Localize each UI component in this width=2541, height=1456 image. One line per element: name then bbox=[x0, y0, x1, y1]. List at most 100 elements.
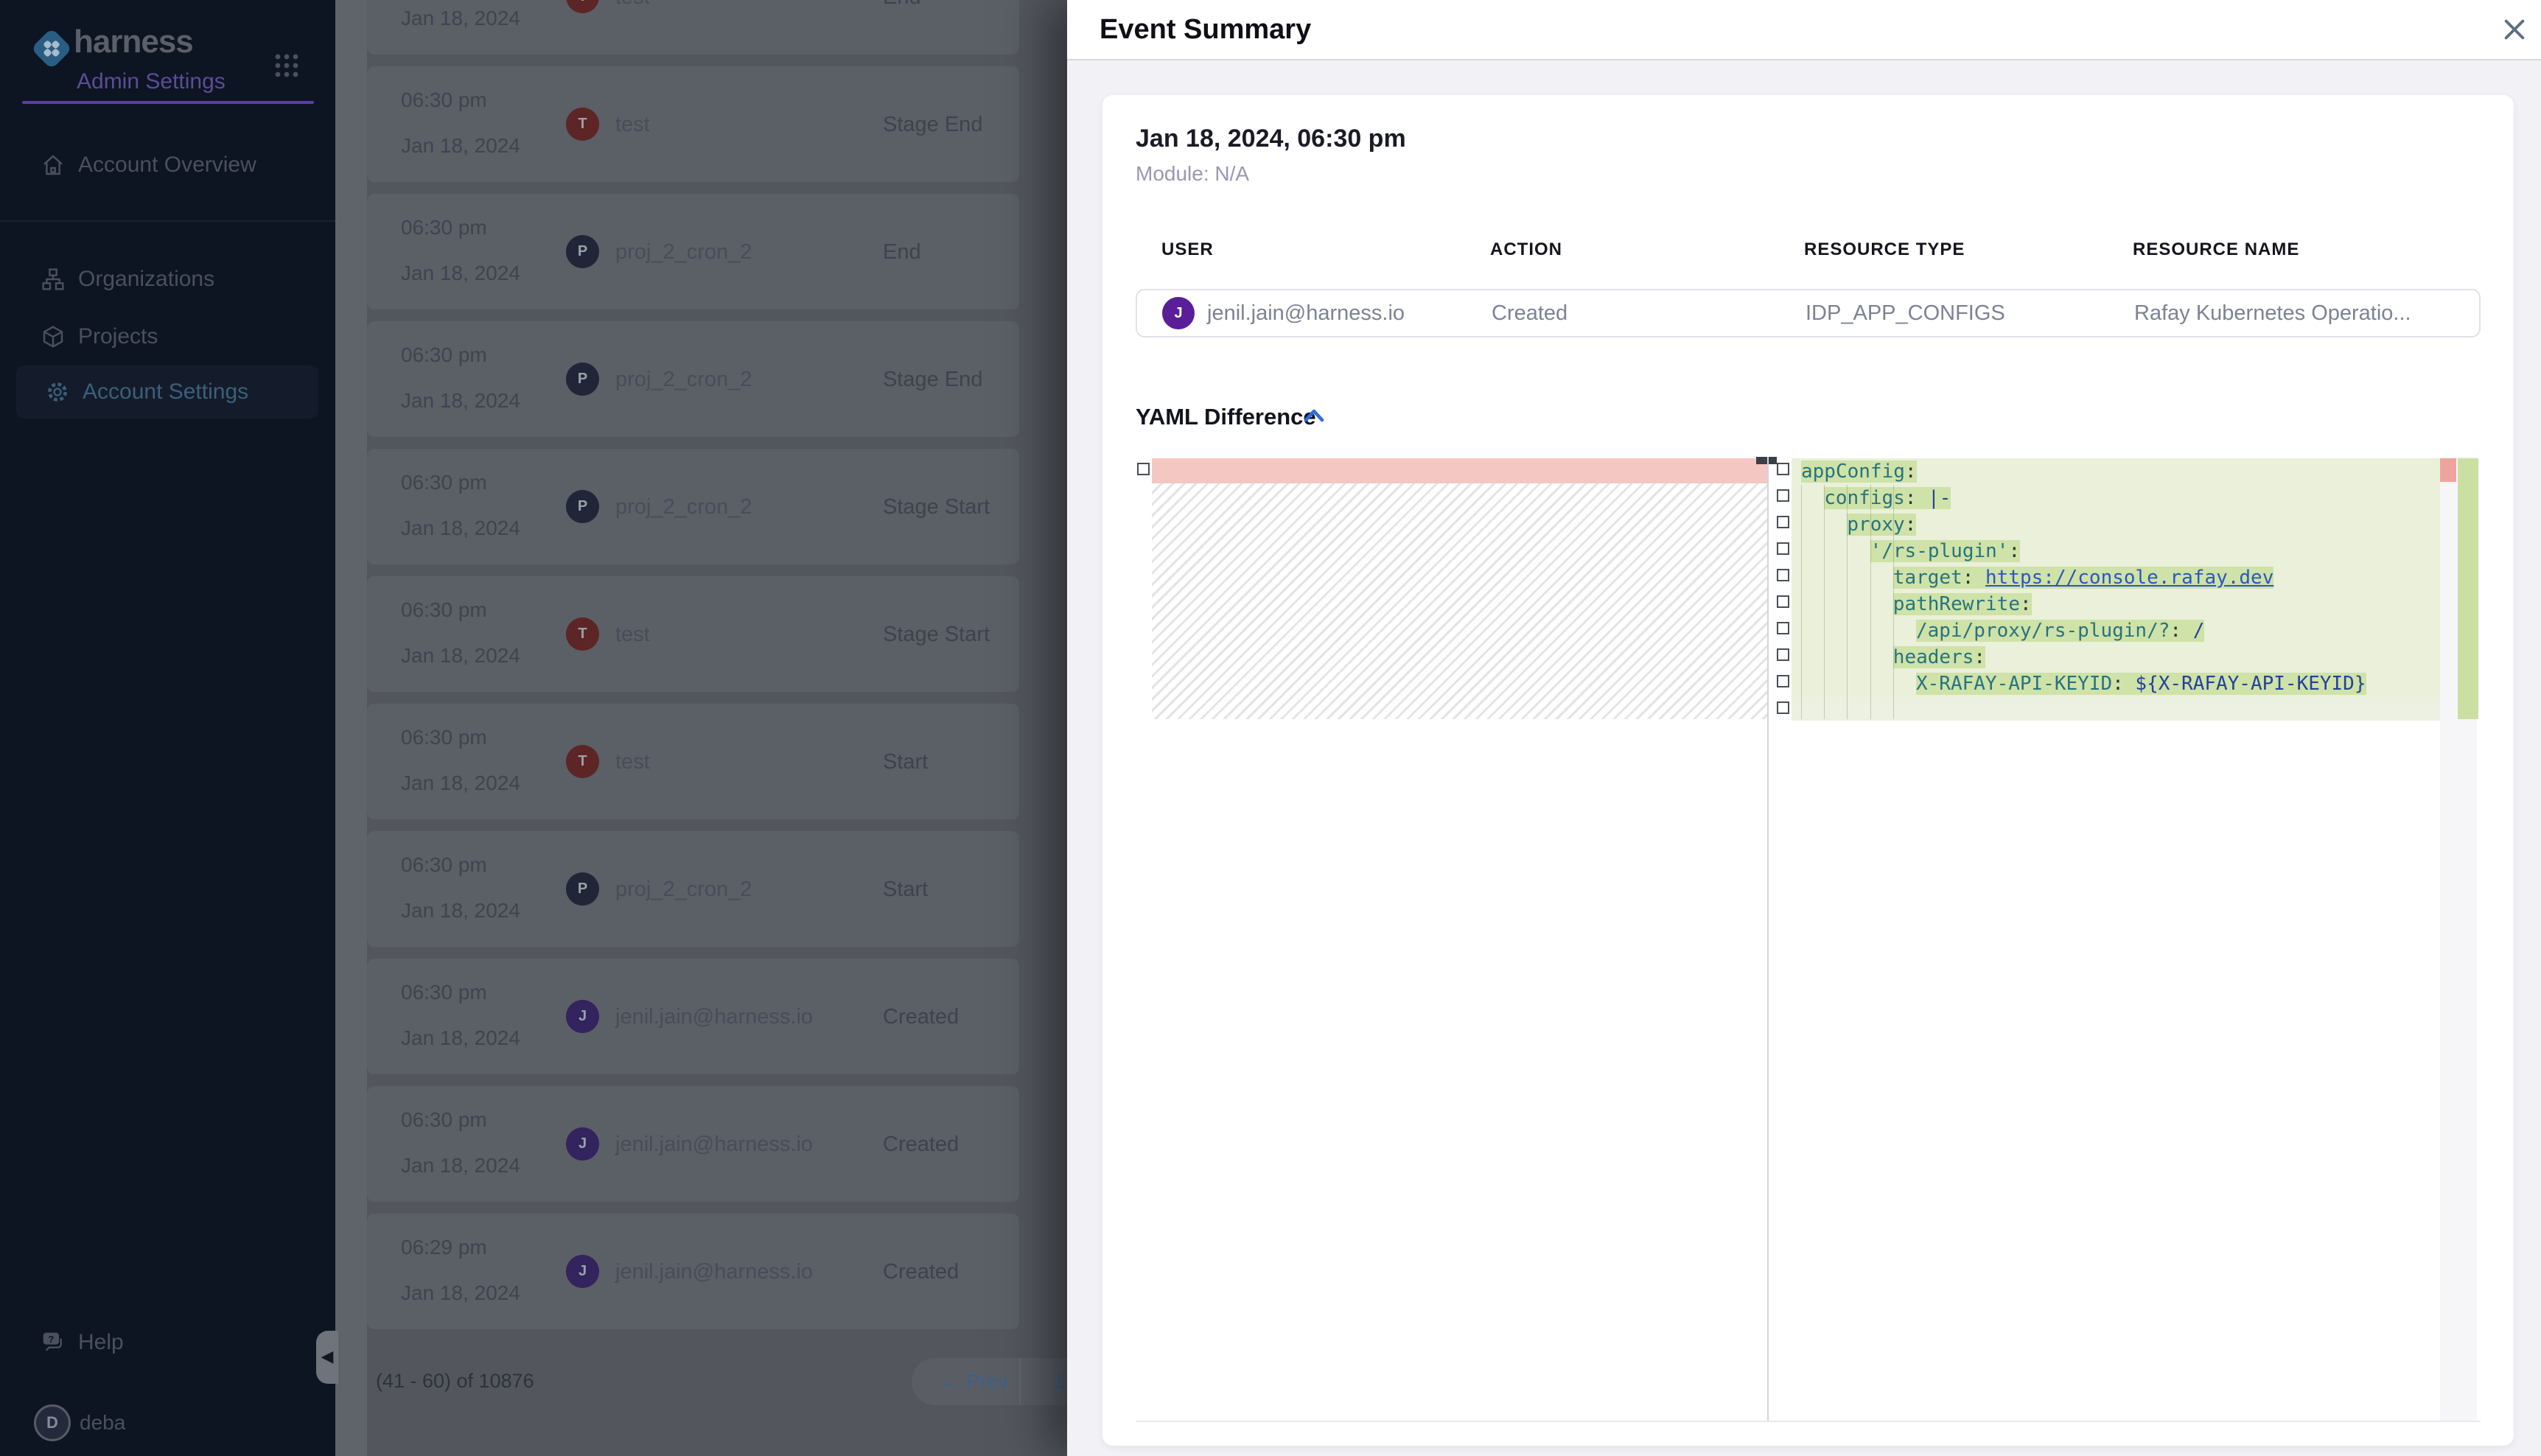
avatar: P bbox=[566, 490, 599, 523]
user-avatar[interactable]: D bbox=[34, 1404, 71, 1441]
row-action: Stage End bbox=[883, 112, 982, 137]
event-module: Module: N/A bbox=[1136, 163, 1249, 185]
diff-removed-line bbox=[1152, 458, 1768, 483]
user-name[interactable]: deba bbox=[80, 1404, 125, 1441]
column-header-resource-type: RESOURCE TYPE bbox=[1804, 239, 1965, 260]
close-button[interactable] bbox=[2497, 12, 2532, 47]
cell-resource-name: Rafay Kubernetes Operatio... bbox=[2134, 290, 2411, 336]
sidebar-item-organizations[interactable]: Organizations bbox=[0, 259, 335, 300]
row-action: End bbox=[883, 0, 921, 10]
app-root: harness Admin Settings Account Overview … bbox=[0, 0, 2541, 1456]
audit-row[interactable]: 06:30 pmJan 18, 2024Jjenil.jain@harness.… bbox=[367, 1086, 1019, 1202]
row-time: 06:30 pm bbox=[401, 1108, 487, 1132]
overview-removed-marker bbox=[2440, 458, 2456, 482]
row-user: test bbox=[615, 622, 650, 647]
row-user: jenil.jain@harness.io bbox=[615, 1132, 813, 1157]
diff-gutter-marker[interactable] bbox=[1777, 542, 1789, 555]
audit-row[interactable]: 06:29 pmJan 18, 2024Jjenil.jain@harness.… bbox=[367, 1214, 1019, 1329]
audit-row[interactable]: 06:30 pmJan 18, 2024TtestStage End bbox=[367, 66, 1019, 182]
diff-gutter-marker[interactable] bbox=[1777, 463, 1789, 475]
row-action: Start bbox=[883, 877, 928, 902]
row-time: 06:30 pm bbox=[401, 981, 487, 1004]
page-gutter bbox=[335, 0, 367, 1456]
app-grid-icon[interactable] bbox=[273, 52, 301, 80]
yaml-key: appConfig bbox=[1801, 461, 1905, 483]
row-user: jenil.jain@harness.io bbox=[615, 1259, 813, 1284]
row-date: Jan 18, 2024 bbox=[401, 134, 520, 158]
event-datetime: Jan 18, 2024, 06:30 pm bbox=[1136, 126, 1406, 151]
changed-token: X-RAFAY-API-KEYID: ${X-RAFAY-API-KEYID} bbox=[1916, 673, 2366, 695]
row-action: Start bbox=[883, 749, 928, 774]
audit-row[interactable]: 06:30 pmJan 18, 2024Pproj_2_cron_2Stage … bbox=[367, 321, 1019, 437]
diff-gutter-marker[interactable] bbox=[1777, 622, 1789, 634]
row-action: Stage Start bbox=[883, 494, 990, 519]
indent-guide bbox=[1801, 485, 1802, 719]
row-user: proj_2_cron_2 bbox=[615, 877, 752, 902]
indent-guide bbox=[1893, 485, 1894, 719]
audit-row[interactable]: 06:30 pmJan 18, 2024Pproj_2_cron_2Stage … bbox=[367, 449, 1019, 564]
avatar: J bbox=[566, 1000, 599, 1033]
yaml-value: / bbox=[2193, 620, 2205, 642]
collapse-section-button[interactable] bbox=[1303, 407, 1325, 424]
drawer-header: Event Summary bbox=[1067, 0, 2541, 60]
page-number-button[interactable]: 1 bbox=[1044, 1358, 1067, 1405]
diff-gutter-marker[interactable] bbox=[1777, 489, 1789, 502]
diff-gutter-marker[interactable] bbox=[1777, 516, 1789, 528]
row-action: Stage Start bbox=[883, 622, 990, 647]
sidebar-item-account-overview[interactable]: Account Overview bbox=[0, 144, 335, 186]
code-line: /api/proxy/rs-plugin/?: / bbox=[1792, 617, 2440, 644]
changed-token: /api/proxy/rs-plugin/?: / bbox=[1916, 620, 2204, 642]
sidebar: harness Admin Settings Account Overview … bbox=[0, 0, 335, 1456]
diff-gutter-marker[interactable] bbox=[1777, 701, 1789, 714]
code-line: '/rs-plugin': bbox=[1792, 538, 2440, 564]
home-icon bbox=[41, 153, 65, 177]
audit-row[interactable]: 06:30 pmJan 18, 2024Pproj_2_cron_2End bbox=[367, 194, 1019, 309]
yaml-key: /api/proxy/rs-plugin/? bbox=[1916, 620, 2170, 642]
row-date: Jan 18, 2024 bbox=[401, 899, 520, 923]
cell-resource-type: IDP_APP_CONFIGS bbox=[1806, 290, 2005, 336]
row-user: test bbox=[615, 749, 650, 774]
row-action: Created bbox=[883, 1004, 959, 1029]
diff-gutter-marker[interactable] bbox=[1777, 569, 1789, 581]
avatar: J bbox=[1162, 297, 1195, 329]
audit-row[interactable]: 06:30 pmJan 18, 2024TtestStage Start bbox=[367, 576, 1019, 692]
yaml-link[interactable]: https://console.rafay.dev bbox=[1985, 567, 2273, 589]
audit-row[interactable]: Jan 18, 2024TtestEnd bbox=[367, 0, 1019, 55]
sidebar-item-projects[interactable]: Projects bbox=[0, 316, 335, 357]
code-line: headers: bbox=[1792, 644, 2440, 671]
diff-added-code: appConfig:configs: |-proxy:'/rs-plugin':… bbox=[1792, 458, 2440, 721]
cell-user: jenil.jain@harness.io bbox=[1207, 290, 1405, 336]
diff-gutter-marker[interactable] bbox=[1777, 648, 1789, 661]
logo-wordmark: harness bbox=[74, 24, 193, 60]
row-user: jenil.jain@harness.io bbox=[615, 1004, 813, 1029]
sidebar-collapse-handle[interactable]: ◀ bbox=[316, 1331, 338, 1384]
row-date: Jan 18, 2024 bbox=[401, 771, 520, 795]
diff-gutter-marker[interactable] bbox=[1777, 675, 1789, 687]
diff-gutter-marker[interactable] bbox=[1137, 463, 1150, 475]
code-line: proxy: bbox=[1792, 511, 2440, 538]
prev-page-button[interactable]: ← Prev bbox=[940, 1358, 1008, 1405]
code-line: X-RAFAY-API-KEYID: ${X-RAFAY-API-KEYID} bbox=[1792, 671, 2440, 697]
audit-trail-page: Jan 18, 2024TtestEnd06:30 pmJan 18, 2024… bbox=[335, 0, 1067, 1456]
diff-bottom-border bbox=[1136, 1421, 2481, 1422]
sidebar-item-account-settings[interactable]: Account Settings bbox=[16, 365, 318, 419]
event-summary-drawer: Event Summary Jan 18, 2024, 06:30 pm Mod… bbox=[1067, 0, 2541, 1456]
event-card: Jan 18, 2024, 06:30 pm Module: N/A USER … bbox=[1102, 95, 2514, 1446]
diff-gutter-marker[interactable] bbox=[1777, 595, 1789, 608]
row-time: 06:30 pm bbox=[401, 471, 487, 494]
audit-row[interactable]: 06:30 pmJan 18, 2024TtestStart bbox=[367, 704, 1019, 819]
audit-row[interactable]: 06:30 pmJan 18, 2024Jjenil.jain@harness.… bbox=[367, 959, 1019, 1074]
changed-token: proxy: bbox=[1847, 514, 1916, 536]
sidebar-item-label: Account Settings bbox=[83, 365, 248, 419]
row-date: Jan 18, 2024 bbox=[401, 262, 520, 285]
changed-token: configs: |- bbox=[1824, 487, 1951, 509]
yaml-key: target bbox=[1893, 567, 1962, 589]
code-line: configs: |- bbox=[1792, 485, 2440, 511]
sidebar-item-help[interactable]: ? Help bbox=[0, 1322, 335, 1363]
diff-splitter-handle[interactable] bbox=[1756, 457, 1777, 464]
row-date: Jan 18, 2024 bbox=[401, 644, 520, 668]
audit-row[interactable]: 06:30 pmJan 18, 2024Pproj_2_cron_2Start bbox=[367, 831, 1019, 947]
overview-added-marker bbox=[2458, 458, 2478, 719]
changed-token: pathRewrite: bbox=[1893, 593, 2032, 615]
changed-token: target: https://console.rafay.dev bbox=[1893, 567, 2274, 589]
